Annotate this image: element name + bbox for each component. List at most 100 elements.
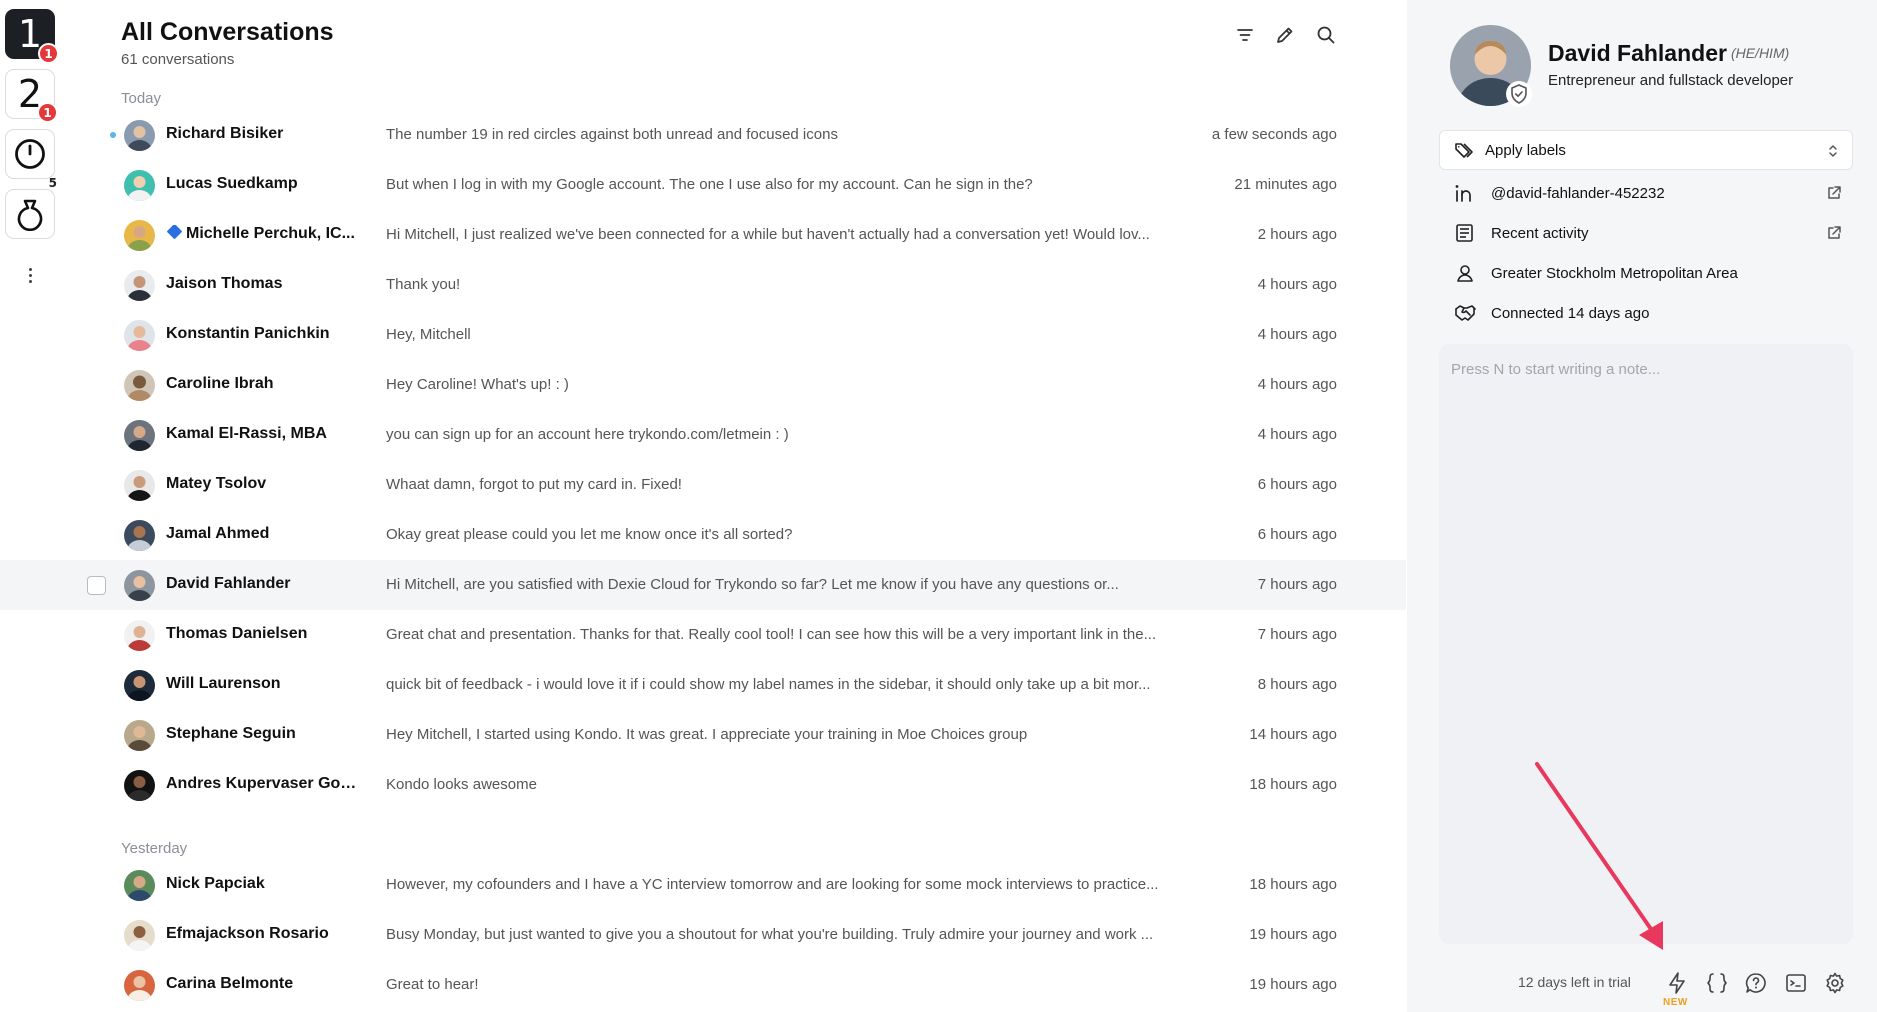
avatar — [124, 370, 155, 401]
settings-gear-icon[interactable] — [1821, 969, 1849, 997]
location-row: Greater Stockholm Metropolitan Area — [1454, 261, 1854, 287]
contact-name: David Fahlander — [166, 575, 291, 592]
message-time: 4 hours ago — [1257, 376, 1337, 393]
conversation-row[interactable]: Richard Bisiker The number 19 in red cir… — [0, 110, 1406, 160]
message-preview: Hey Caroline! What's up! : ) — [386, 376, 569, 393]
code-braces-icon[interactable] — [1703, 969, 1731, 997]
contact-name: Matey Tsolov — [166, 475, 267, 492]
conversation-row[interactable]: Carina Belmonte Great to hear! 19 hours … — [0, 960, 1406, 1010]
conversation-row[interactable]: Konstantin Panichkin Hey, Mitchell 4 hou… — [0, 310, 1406, 360]
avatar — [124, 970, 155, 1001]
avatar — [124, 570, 155, 601]
message-preview: you can sign up for an account here tryk… — [386, 426, 789, 443]
contact-name: Jamal Ahmed — [166, 525, 270, 542]
message-preview: The number 19 in red circles against bot… — [386, 126, 838, 143]
filter-icon[interactable] — [1232, 22, 1258, 48]
location-text: Greater Stockholm Metropolitan Area — [1491, 265, 1738, 282]
conversation-row-selected[interactable]: David Fahlander Hi Mitchell, are you sat… — [0, 560, 1406, 610]
contact-name: Will Laurenson — [166, 675, 281, 692]
blue-diamond-icon — [166, 225, 183, 240]
rail-focus-1[interactable]: 1 1 — [5, 9, 59, 64]
terminal-icon[interactable] — [1782, 969, 1810, 997]
avatar — [124, 670, 155, 701]
conversation-row[interactable]: Matey Tsolov Whaat damn, forgot to put m… — [0, 460, 1406, 510]
section-label-today: Today — [121, 90, 162, 107]
conversation-row[interactable]: Lucas Suedkamp But when I log in with my… — [0, 160, 1406, 210]
unread-badge: 1 — [38, 43, 59, 64]
search-icon[interactable] — [1313, 22, 1339, 48]
new-tag: NEW — [1663, 997, 1688, 1008]
avatar — [124, 870, 155, 901]
contact-name: Andres Kupervaser Gould — [166, 775, 361, 792]
message-preview: Great chat and presentation. Thanks for … — [386, 626, 1157, 643]
message-time: 14 hours ago — [1249, 726, 1337, 743]
contact-name: Richard Bisiker — [166, 125, 284, 142]
message-preview: Hi Mitchell, are you satisfied with Dexi… — [386, 576, 1119, 593]
lightning-icon[interactable] — [1663, 969, 1691, 997]
note-placeholder: Press N to start writing a note... — [1451, 361, 1661, 378]
note-editor[interactable] — [1439, 344, 1853, 944]
conversation-row[interactable]: Nick Papciak However, my cofounders and … — [0, 860, 1406, 910]
linkedin-icon — [1455, 185, 1471, 202]
page-title: All Conversations — [121, 18, 334, 46]
message-time: 7 hours ago — [1257, 626, 1337, 643]
apply-labels-button[interactable]: Apply labels — [1439, 130, 1853, 170]
chevron-up-down-icon — [1829, 145, 1837, 157]
conversation-row[interactable]: Kamal El-Rassi, MBA you can sign up for … — [0, 410, 1406, 460]
profile-headline: Entrepreneur and fullstack developer — [1548, 72, 1794, 89]
message-preview: Great to hear! — [386, 976, 479, 993]
avatar — [124, 120, 155, 151]
avatar — [124, 320, 155, 351]
unread-dot-icon — [110, 132, 116, 138]
connected-row: Connected 14 days ago — [1454, 301, 1854, 327]
conversation-count: 61 conversations — [121, 51, 235, 68]
profile-name-text: David Fahlander — [1548, 40, 1727, 66]
avatar — [124, 620, 155, 651]
verified-shield-icon — [1506, 81, 1532, 107]
message-time: 8 hours ago — [1257, 676, 1337, 693]
message-preview: quick bit of feedback - i would love it … — [386, 676, 1151, 693]
conversation-row[interactable]: Efmajackson Rosario Busy Monday, but jus… — [0, 910, 1406, 960]
apply-labels-label: Apply labels — [1485, 142, 1566, 159]
row-checkbox[interactable] — [87, 576, 106, 595]
message-time: 6 hours ago — [1257, 476, 1337, 493]
message-time: 21 minutes ago — [1234, 176, 1337, 193]
external-link-icon[interactable] — [1825, 184, 1843, 202]
recent-activity-label: Recent activity — [1491, 225, 1589, 242]
message-time: 19 hours ago — [1249, 926, 1337, 943]
conversation-row[interactable]: Thomas Danielsen Great chat and presenta… — [0, 610, 1406, 660]
contact-name: Nick Papciak — [166, 875, 265, 892]
message-time: 2 hours ago — [1257, 226, 1337, 243]
message-time: a few seconds ago — [1211, 126, 1337, 143]
recent-activity-row[interactable]: Recent activity — [1454, 221, 1854, 247]
message-preview: Whaat damn, forgot to put my card in. Fi… — [386, 476, 682, 493]
message-preview: Hey Mitchell, I started using Kondo. It … — [386, 726, 1028, 743]
message-time: 4 hours ago — [1257, 426, 1337, 443]
contact-name: Caroline Ibrah — [166, 375, 274, 392]
message-preview: Busy Monday, but just wanted to give you… — [386, 926, 1154, 943]
message-preview: Hey, Mitchell — [386, 326, 471, 343]
conversation-row[interactable]: Will Laurenson quick bit of feedback - i… — [0, 660, 1406, 710]
contact-name: Carina Belmonte — [166, 975, 294, 992]
conversation-row[interactable]: Stephane Seguin Hey Mitchell, I started … — [0, 710, 1406, 760]
conversation-row[interactable]: Jamal Ahmed Okay great please could you … — [0, 510, 1406, 560]
contact-panel: David Fahlander (HE/HIM) Entrepreneur and… — [1407, 0, 1877, 1012]
contact-name: Lucas Suedkamp — [166, 175, 298, 192]
compose-pencil-icon[interactable] — [1272, 22, 1298, 48]
message-time: 19 hours ago — [1249, 976, 1337, 993]
message-time: 4 hours ago — [1257, 326, 1337, 343]
conversation-row[interactable]: Caroline Ibrah Hey Caroline! What's up! … — [0, 360, 1406, 410]
help-chat-icon[interactable] — [1742, 969, 1770, 997]
avatar — [124, 270, 155, 301]
linkedin-row[interactable]: @david-fahlander-452232 — [1454, 181, 1854, 207]
conversation-row[interactable]: Andres Kupervaser Gould Kondo looks awes… — [0, 760, 1406, 810]
message-time: 18 hours ago — [1249, 876, 1337, 893]
message-time: 7 hours ago — [1257, 576, 1337, 593]
conversation-row[interactable]: Michelle Perchuk, IC... Hi Mitchell, I j… — [0, 210, 1406, 260]
avatar — [124, 720, 155, 751]
message-time: 4 hours ago — [1257, 276, 1337, 293]
message-preview: Hi Mitchell, I just realized we've been … — [386, 226, 1150, 243]
conversation-row[interactable]: Jaison Thomas Thank you! 4 hours ago — [0, 260, 1406, 310]
contact-name: Konstantin Panichkin — [166, 325, 330, 342]
external-link-icon[interactable] — [1825, 224, 1843, 242]
